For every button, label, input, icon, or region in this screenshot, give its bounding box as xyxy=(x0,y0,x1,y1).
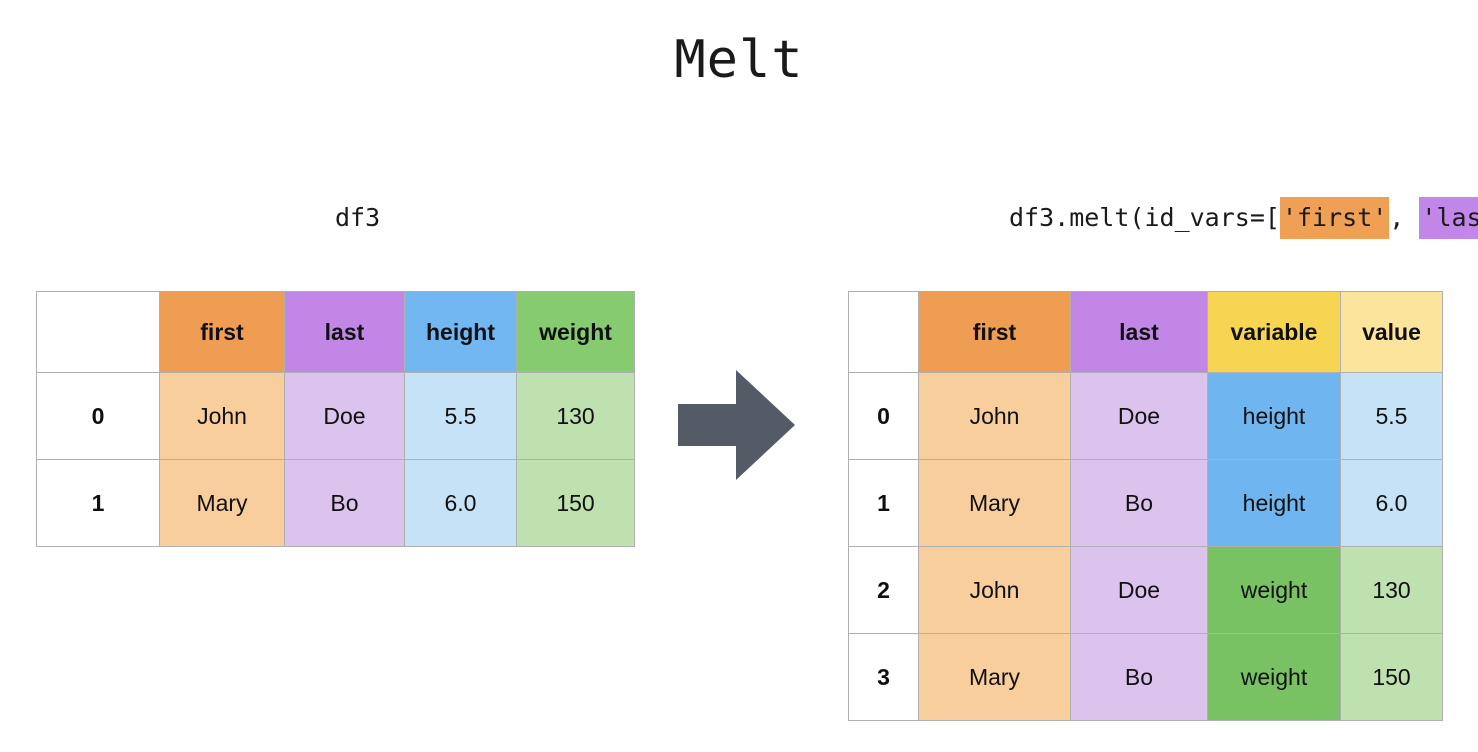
cell-last: Bo xyxy=(1070,459,1208,547)
table-row: 2 John Doe weight 130 xyxy=(848,546,1443,634)
column-header-first: first xyxy=(159,291,285,373)
cell-last: Bo xyxy=(284,459,405,547)
cell-weight: 130 xyxy=(516,372,635,460)
row-index-cell: 0 xyxy=(36,372,160,460)
index-corner-cell xyxy=(36,291,160,373)
column-header-height: height xyxy=(404,291,517,373)
cell-first: John xyxy=(159,372,285,460)
cell-value: 5.5 xyxy=(1340,372,1443,460)
right-table-caption: df3.melt(id_vars=['first', 'last']) xyxy=(1009,197,1478,239)
row-index-cell: 0 xyxy=(848,372,919,460)
table-row: 1 Mary Bo 6.0 150 xyxy=(36,459,635,547)
table-row: 0 John Doe height 5.5 xyxy=(848,372,1443,460)
column-header-weight: weight xyxy=(516,291,635,373)
table-header-row: first last height weight xyxy=(36,291,635,373)
cell-first: Mary xyxy=(159,459,285,547)
page-title: Melt xyxy=(674,30,804,90)
cell-last: Bo xyxy=(1070,633,1208,721)
column-header-value: value xyxy=(1340,291,1443,373)
row-index-cell: 1 xyxy=(36,459,160,547)
cell-first: Mary xyxy=(918,459,1071,547)
table-header-row: first last variable value xyxy=(848,291,1443,373)
cell-first: Mary xyxy=(918,633,1071,721)
caption-highlight-first: 'first' xyxy=(1279,197,1390,239)
row-index-cell: 1 xyxy=(848,459,919,547)
column-header-last: last xyxy=(284,291,405,373)
cell-height: 5.5 xyxy=(404,372,517,460)
column-header-variable: variable xyxy=(1207,291,1341,373)
right-arrow-icon xyxy=(678,368,796,483)
cell-value: 150 xyxy=(1340,633,1443,721)
cell-value: 6.0 xyxy=(1340,459,1443,547)
cell-last: Doe xyxy=(1070,372,1208,460)
cell-height: 6.0 xyxy=(404,459,517,547)
cell-value: 130 xyxy=(1340,546,1443,634)
column-header-first: first xyxy=(918,291,1071,373)
cell-last: Doe xyxy=(1070,546,1208,634)
dataframe-df3: first last height weight 0 John Doe 5.5 … xyxy=(36,291,635,547)
cell-last: Doe xyxy=(284,372,405,460)
caption-highlight-last: 'last' xyxy=(1419,197,1478,239)
row-index-cell: 3 xyxy=(848,633,919,721)
caption-prefix: df3.melt(id_vars=[ xyxy=(1009,203,1280,232)
caption-separator: , xyxy=(1389,203,1420,232)
cell-variable: weight xyxy=(1207,546,1341,634)
cell-first: John xyxy=(918,546,1071,634)
dataframe-melted: first last variable value 0 John Doe hei… xyxy=(848,291,1443,721)
cell-weight: 150 xyxy=(516,459,635,547)
left-table-caption: df3 xyxy=(335,203,381,232)
table-row: 0 John Doe 5.5 130 xyxy=(36,372,635,460)
row-index-cell: 2 xyxy=(848,546,919,634)
cell-variable: weight xyxy=(1207,633,1341,721)
cell-variable: height xyxy=(1207,459,1341,547)
table-row: 3 Mary Bo weight 150 xyxy=(848,633,1443,721)
cell-variable: height xyxy=(1207,372,1341,460)
index-corner-cell xyxy=(848,291,919,373)
table-row: 1 Mary Bo height 6.0 xyxy=(848,459,1443,547)
column-header-last: last xyxy=(1070,291,1208,373)
cell-first: John xyxy=(918,372,1071,460)
